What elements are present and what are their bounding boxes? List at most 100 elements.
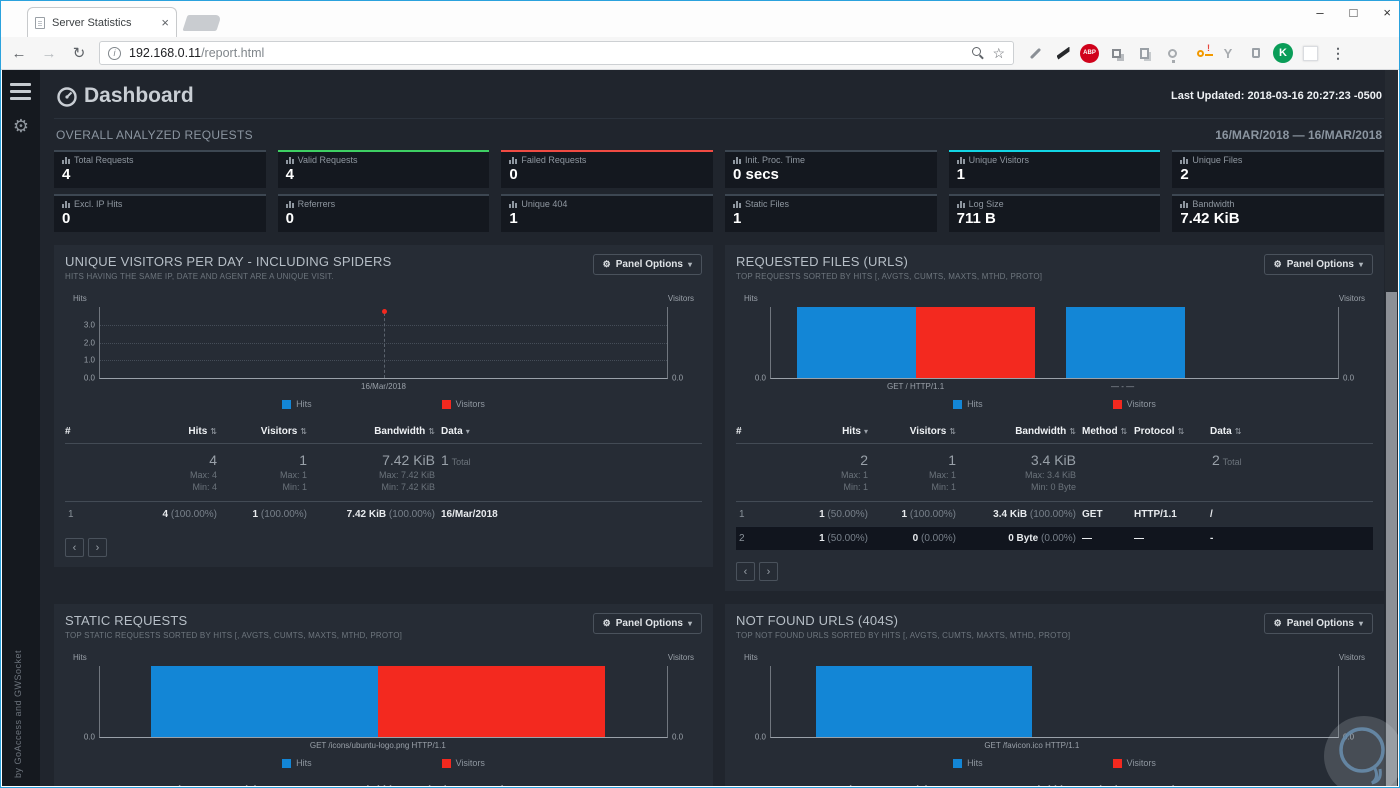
column-header-bandwidth[interactable]: Bandwidth⇅ (956, 785, 1076, 786)
app-sidebar: ⚙ by GoAccess and GWSocket (2, 70, 40, 786)
last-updated-text: Last Updated: 2018-03-16 20:27:23 -0500 (1171, 90, 1382, 102)
column-header-method[interactable]: Method⇅ (1076, 426, 1134, 437)
back-button[interactable]: ← (9, 45, 29, 62)
column-header-index[interactable]: # (736, 785, 776, 786)
windows-extension-icon[interactable] (1105, 42, 1127, 64)
column-header-visitors[interactable]: Visitors⇅ (197, 785, 285, 786)
hits-bar[interactable] (816, 666, 1032, 737)
lightbulb-extension-icon[interactable] (1161, 42, 1183, 64)
prev-page-button[interactable]: ‹ (65, 538, 84, 557)
column-header-hits[interactable]: Hits▾ (105, 785, 197, 786)
refresh-button[interactable]: ↻ (69, 44, 89, 62)
legend-label: Visitors (1126, 758, 1156, 768)
page-info-icon[interactable]: i (108, 46, 121, 60)
copy-extension-icon[interactable] (1133, 42, 1155, 64)
table-row[interactable]: 2 1 (50.00%) 0 (0.00%) 0 Byte (0.00%) — … (736, 526, 1373, 550)
browser-tab[interactable]: Server Statistics × (27, 7, 177, 37)
column-header-visitors[interactable]: Visitors⇅ (868, 785, 956, 786)
card-value: 711 B (956, 210, 996, 227)
panel-options-button[interactable]: ⚙ Panel Options ▾ (1263, 254, 1373, 275)
column-header-method[interactable]: Method⇅ (1076, 785, 1134, 786)
card-value: 4 (62, 166, 71, 183)
minimize-button[interactable]: – (1316, 5, 1323, 20)
column-header-protocol[interactable]: Protocol⇅ (1134, 426, 1210, 437)
card-value: 7.42 KiB (1180, 210, 1240, 227)
chart-legend: Hits Visitors (69, 399, 698, 409)
address-bar[interactable]: i 192.168.0.11/report.html ☆ (99, 41, 1014, 65)
column-header-data[interactable]: Data ▾ (435, 426, 702, 437)
x-tick-category: — - — (1110, 382, 1135, 391)
column-header-protocol[interactable]: Protocol⇅ (1134, 785, 1210, 786)
y-axis-label-hits: Hits (73, 294, 87, 303)
key-extension-icon[interactable]: ! (1189, 42, 1213, 64)
pagination: ‹ › (736, 562, 1373, 581)
hits-bar[interactable] (1065, 307, 1185, 378)
keepass-extension-icon[interactable]: K (1273, 43, 1293, 63)
window-controls: – □ × (1316, 5, 1391, 20)
table-row[interactable]: 1 4 (100.00%) 1 (100.00%) 7.42 KiB (100.… (65, 502, 702, 526)
panel-subtitle: HITS HAVING THE SAME IP, DATE AND AGENT … (65, 272, 334, 281)
panel-title: UNIQUE VISITORS PER DAY - INCLUDING SPID… (65, 254, 392, 269)
stylus-extension-icon[interactable] (1024, 42, 1046, 64)
column-header-data[interactable]: Data⇅ (539, 785, 702, 786)
table-row[interactable]: 1 1 (50.00%) 1 (100.00%) 3.4 KiB (100.00… (736, 502, 1373, 526)
column-header-protocol[interactable]: Protocol⇅ (463, 785, 539, 786)
column-header-method[interactable]: Method⇅ (405, 785, 463, 786)
dashboard-main: Dashboard Last Updated: 2018-03-16 20:27… (40, 70, 1384, 786)
column-header-hits[interactable]: Hits▾ (776, 785, 868, 786)
column-header-bandwidth[interactable]: Bandwidth⇅ (307, 426, 435, 437)
column-header-hits[interactable]: Hits▾ (776, 426, 868, 437)
panel-title: NOT FOUND URLS (404S) (736, 613, 899, 628)
column-header-bandwidth[interactable]: Bandwidth⇅ (956, 426, 1076, 437)
y-axis-label-visitors: Visitors (667, 294, 694, 303)
screenshot-extension-icon[interactable] (1052, 42, 1074, 64)
panel-options-button[interactable]: ⚙ Panel Options ▾ (592, 254, 702, 275)
column-header-hits[interactable]: Hits ⇅ (117, 426, 217, 437)
bin-extension-icon[interactable] (1245, 42, 1267, 64)
next-page-button[interactable]: › (759, 562, 778, 581)
scrollbar-track[interactable] (1385, 70, 1398, 786)
adblock-extension-icon[interactable]: ABP (1080, 43, 1099, 63)
hits-bar[interactable] (151, 666, 378, 737)
new-tab-button[interactable] (182, 15, 222, 31)
card-value: 1 (733, 210, 742, 227)
hits-bar[interactable] (796, 307, 916, 378)
forward-button[interactable]: → (39, 45, 59, 62)
zoom-icon[interactable] (972, 47, 984, 59)
page-content: ⚙ by GoAccess and GWSocket Dashboard Las… (2, 70, 1398, 786)
close-button[interactable]: × (1383, 5, 1391, 20)
visitors-bar[interactable] (377, 666, 605, 737)
column-header-index[interactable]: # (65, 426, 117, 437)
requested-files-bar-chart[interactable]: Hits Visitors 0.0 0.0 GET / HTTP/1.1 — -… (740, 294, 1369, 409)
not-found-bar-chart[interactable]: Hits Visitors 0.0 0.0 GET /favicon.ico H… (740, 653, 1369, 768)
visitors-line-chart[interactable]: Hits Visitors 3.0 2.0 1.0 0.0 0.0 16/Mar… (69, 294, 698, 409)
hamburger-menu-icon[interactable] (10, 83, 32, 100)
static-requests-bar-chart[interactable]: Hits Visitors 0.0 0.0 GET /icons/ubuntu-… (69, 653, 698, 768)
bookmark-star-icon[interactable]: ☆ (992, 45, 1005, 62)
visitors-data-point[interactable] (381, 309, 387, 314)
card-label: Unique Visitors (968, 155, 1030, 165)
column-header-visitors[interactable]: Visitors⇅ (868, 426, 956, 437)
column-header-bandwidth[interactable]: Bandwidth⇅ (285, 785, 405, 786)
blank-extension-icon[interactable] (1299, 42, 1321, 64)
maximize-button[interactable]: □ (1350, 5, 1358, 20)
next-page-button[interactable]: › (88, 538, 107, 557)
column-header-data[interactable]: Data⇅ (1210, 426, 1373, 437)
settings-gear-icon[interactable]: ⚙ (2, 116, 40, 137)
caret-down-icon: ▾ (1358, 619, 1363, 628)
visitors-bar[interactable] (915, 307, 1035, 378)
tab-close-icon[interactable]: × (161, 15, 169, 30)
prev-page-button[interactable]: ‹ (736, 562, 755, 581)
scrollbar-thumb[interactable] (1386, 292, 1397, 786)
column-header-visitors[interactable]: Visitors⇅ (217, 426, 307, 437)
antenna-extension-icon[interactable]: Y (1217, 42, 1239, 64)
hits-legend-swatch (953, 758, 963, 768)
panel-options-button[interactable]: ⚙ Panel Options ▾ (592, 613, 702, 634)
column-header-index[interactable]: # (65, 785, 105, 786)
browser-menu-icon[interactable]: ⋮ (1327, 42, 1349, 64)
url-text: 192.168.0.11/report.html (129, 46, 264, 60)
panel-options-button[interactable]: ⚙ Panel Options ▾ (1263, 613, 1373, 634)
card-label: Excl. IP Hits (74, 199, 123, 209)
legend-label: Hits (967, 758, 983, 768)
column-header-index[interactable]: # (736, 426, 776, 437)
